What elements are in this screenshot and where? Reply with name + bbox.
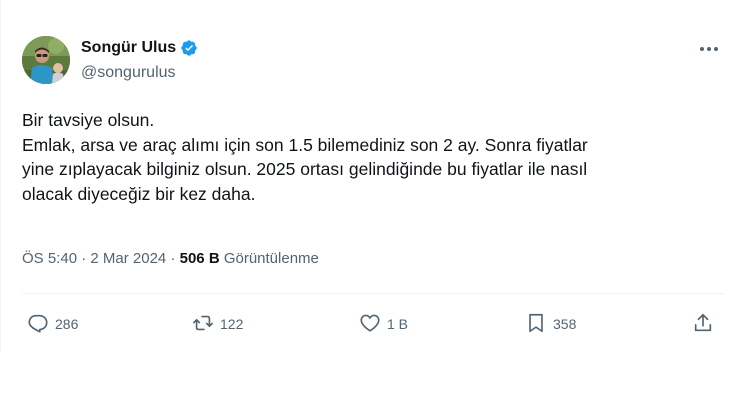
avatar[interactable] — [22, 36, 70, 84]
tweet-card: Songür Ulus @songurulus Bir tavsiye olsu… — [0, 0, 730, 352]
reply-icon — [27, 312, 49, 337]
divider — [22, 293, 724, 294]
views-count: 506 B — [179, 250, 220, 267]
tweet-text: Bir tavsiye olsun. Emlak, arsa ve araç a… — [22, 108, 712, 206]
reply-button[interactable]: 286 — [27, 312, 78, 336]
tweet-line: Bir tavsiye olsun. — [22, 110, 155, 130]
bookmark-count: 358 — [553, 316, 577, 332]
verified-badge-icon — [180, 39, 198, 57]
author-name[interactable]: Songür Ulus — [81, 38, 198, 58]
author-name-text: Songür Ulus — [81, 39, 177, 56]
tweet-line: yine zıplayacak bilginiz olsun. 2025 ort… — [22, 159, 588, 179]
tweet-date[interactable]: 2 Mar 2024 — [90, 250, 166, 267]
tweet-time[interactable]: ÖS 5:40 — [22, 250, 77, 267]
bookmark-button[interactable]: 358 — [525, 312, 576, 336]
reply-count: 286 — [55, 316, 79, 332]
repost-count: 122 — [220, 316, 244, 332]
more-icon[interactable] — [694, 38, 724, 60]
like-button[interactable]: 1 B — [359, 312, 408, 336]
share-icon — [692, 312, 714, 337]
repost-button[interactable]: 122 — [192, 312, 243, 336]
meta-separator: · — [170, 250, 176, 267]
like-icon — [359, 312, 381, 337]
repost-icon — [192, 312, 214, 337]
views-label: Görüntülenme — [223, 250, 319, 267]
tweet-line: olacak diyeceğiz bir kez daha. — [22, 183, 256, 204]
like-count: 1 B — [387, 316, 409, 332]
tweet-meta: ÖS 5:40 · 2 Mar 2024 · 506 B Görüntülenm… — [22, 249, 319, 269]
tweet-line: Emlak, arsa ve araç alımı için son 1.5 b… — [22, 134, 588, 155]
meta-separator: · — [81, 250, 87, 267]
bookmark-icon — [525, 312, 547, 337]
share-button[interactable] — [692, 312, 714, 336]
author-handle[interactable]: @songurulus — [81, 63, 176, 83]
